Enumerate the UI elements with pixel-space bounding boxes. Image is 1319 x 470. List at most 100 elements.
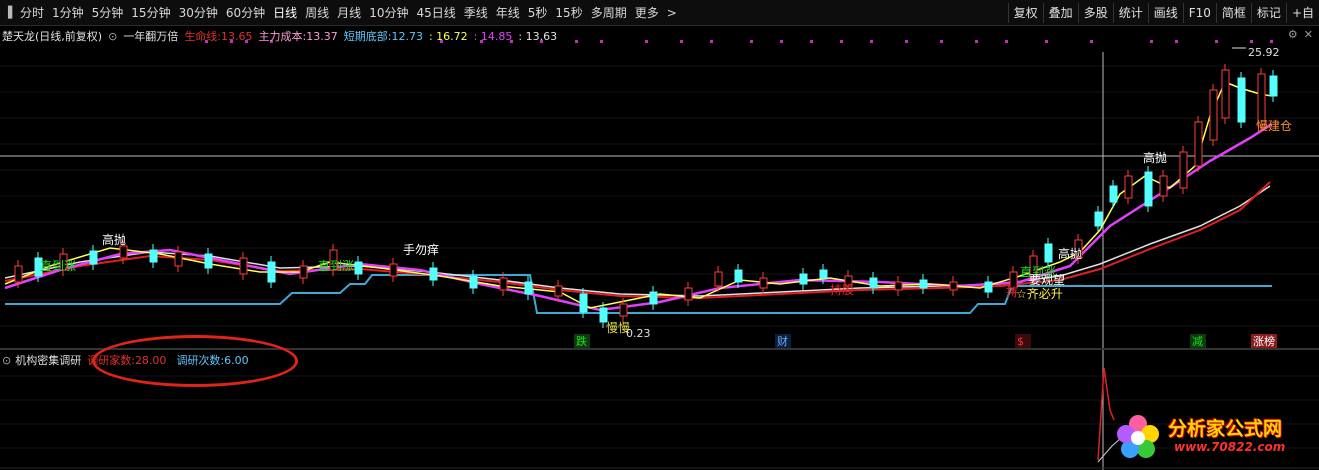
flower-logo-icon bbox=[1117, 415, 1159, 458]
period-tab[interactable]: 周线 bbox=[301, 0, 333, 26]
toolbar-add-button[interactable]: +自 bbox=[1285, 3, 1319, 23]
bottom-marker: 涨榜 bbox=[1253, 334, 1275, 348]
candle-body bbox=[89, 250, 98, 265]
period-tab[interactable]: 年线 bbox=[492, 0, 524, 26]
candle-body bbox=[1144, 171, 1153, 207]
toolbar-button[interactable]: 叠加 bbox=[1042, 3, 1078, 23]
bottom-marker: 跌 bbox=[576, 334, 587, 348]
signal-dot bbox=[1215, 40, 1218, 43]
chart-annotation: 要观望 bbox=[1029, 273, 1065, 287]
signal-dot bbox=[780, 40, 783, 43]
candle-body bbox=[174, 251, 183, 267]
toolbar-button[interactable]: 多股 bbox=[1077, 3, 1113, 23]
chart-controls: ⚙ ✕ bbox=[1288, 28, 1313, 41]
period-tab[interactable]: 15分钟 bbox=[127, 0, 174, 26]
price-low-label: 0.23 bbox=[626, 327, 651, 340]
candle-body bbox=[14, 265, 23, 283]
candle-body bbox=[919, 279, 928, 289]
candle-body bbox=[1124, 175, 1133, 199]
candle-body bbox=[799, 273, 808, 285]
chart-annotation: ☆齐必升 bbox=[1016, 286, 1063, 301]
signal-dot bbox=[600, 40, 603, 43]
signal-dot bbox=[575, 40, 578, 43]
toolbar-button[interactable]: F10 bbox=[1182, 3, 1216, 23]
life-line-label: 生命线: bbox=[184, 30, 222, 43]
period-tab[interactable]: 5分钟 bbox=[88, 0, 128, 26]
toolbar-button[interactable]: 统计 bbox=[1112, 3, 1148, 23]
candle-body bbox=[684, 287, 693, 301]
candle-body bbox=[1221, 69, 1230, 119]
period-tab[interactable]: 日线 bbox=[269, 0, 301, 26]
signal-dot bbox=[1250, 40, 1253, 43]
indicator-name[interactable]: 一年翻万倍 bbox=[123, 28, 178, 44]
period-tab[interactable]: 15秒 bbox=[551, 0, 586, 26]
signal-dot bbox=[975, 40, 978, 43]
chart-close-icon[interactable]: ✕ bbox=[1304, 28, 1313, 41]
signal-dot bbox=[1270, 40, 1273, 43]
signal-dot bbox=[680, 40, 683, 43]
candle-body bbox=[984, 281, 993, 293]
chart-annotation: 高抛 bbox=[102, 232, 126, 247]
signal-dot bbox=[870, 40, 873, 43]
signal-dot bbox=[1090, 40, 1093, 43]
candle-body bbox=[1044, 243, 1053, 263]
period-tab[interactable]: 季线 bbox=[460, 0, 492, 26]
signal-dot bbox=[1005, 40, 1008, 43]
period-tab[interactable]: 月线 bbox=[333, 0, 365, 26]
main-kline-chart[interactable]: 高抛 直到涨 直到涨 手勿痒 慢慢 持股 直到涨 高抛 要观望持 ☆齐必升 高抛 慢建仓 25.92 0.… bbox=[0, 26, 1319, 348]
toolbar-button[interactable]: 标记 bbox=[1250, 3, 1286, 23]
candle-body bbox=[499, 277, 508, 291]
signal-dot bbox=[905, 40, 908, 43]
period-tab[interactable]: 多周期 bbox=[587, 0, 631, 26]
main-cost-value: 13.37 bbox=[306, 29, 338, 43]
period-tab[interactable]: 30分钟 bbox=[175, 0, 222, 26]
candle-body bbox=[599, 307, 608, 323]
chart-annotation: 直到涨 bbox=[318, 258, 354, 273]
signal-dot bbox=[645, 40, 648, 43]
candle-body bbox=[267, 261, 276, 283]
settings-gear-icon[interactable]: ⚙ bbox=[1288, 28, 1298, 41]
period-tab[interactable]: 5秒 bbox=[524, 0, 552, 26]
sub-collapse-icon[interactable]: ⊙ bbox=[2, 354, 11, 367]
candle-body bbox=[1094, 211, 1103, 227]
candle-body bbox=[354, 261, 363, 275]
candle-body bbox=[819, 269, 828, 279]
signal-dot bbox=[840, 40, 843, 43]
period-tab[interactable]: 1分钟 bbox=[48, 0, 88, 26]
candle-body bbox=[649, 291, 658, 305]
toolbar-collapse-icon[interactable]: ▐ bbox=[0, 0, 16, 26]
period-tab[interactable]: 45日线 bbox=[412, 0, 459, 26]
sub-indicator-name[interactable]: 机构密集调研 bbox=[15, 352, 81, 368]
signal-dot bbox=[750, 40, 753, 43]
candle-body bbox=[469, 275, 478, 289]
candle-body bbox=[1159, 175, 1168, 197]
price-high-label: 25.92 bbox=[1248, 46, 1280, 59]
toolbar-button[interactable]: 简框 bbox=[1215, 3, 1251, 23]
candle-body bbox=[1194, 121, 1203, 167]
chart-annotation: 手勿痒 bbox=[403, 242, 439, 257]
ma-magenta-line bbox=[4, 122, 1273, 312]
candle-body bbox=[1237, 77, 1246, 123]
candle-body bbox=[554, 285, 563, 297]
candle-body bbox=[1269, 75, 1278, 97]
toolbar-button[interactable]: 画线 bbox=[1147, 3, 1183, 23]
watermark-site: www.70822.com bbox=[1174, 440, 1286, 454]
signal-dot bbox=[1175, 40, 1178, 43]
period-toolbar: ▐ 分时 1分钟 5分钟 15分钟 30分钟 60分钟 日线 周线 月线 10分钟 45日线 季线 年线… bbox=[0, 0, 1319, 26]
chart-annotation: 高抛 bbox=[1058, 246, 1082, 261]
toolbar-button[interactable]: 复权 bbox=[1007, 3, 1043, 23]
chart-annotation: 高抛 bbox=[1143, 150, 1167, 165]
candle-body bbox=[1109, 185, 1118, 203]
watermark-brand: 分析家公式网 bbox=[1168, 418, 1283, 440]
bottom-marker: $ bbox=[1017, 335, 1024, 348]
period-tab[interactable]: 更多 bbox=[631, 0, 663, 26]
more-chevron-icon[interactable]: > bbox=[663, 0, 681, 26]
short-bottom-label: 短期底部: bbox=[343, 30, 392, 43]
stock-name[interactable]: 楚天龙(日线,前复权) bbox=[2, 28, 102, 44]
period-tab[interactable]: 60分钟 bbox=[222, 0, 269, 26]
indicator-collapse-icon[interactable]: ⊙ bbox=[108, 30, 117, 43]
period-tab[interactable]: 10分钟 bbox=[365, 0, 412, 26]
period-tab[interactable]: 分时 bbox=[16, 0, 48, 26]
kline-canvas[interactable]: 高抛直到涨 直到涨手勿痒慢慢持股直到涨高抛要观望持☆齐必升高抛慢建仓25.920.… bbox=[0, 26, 1319, 348]
period-tabs: ▐ 分时 1分钟 5分钟 15分钟 30分钟 60分钟 日线 周线 月线 10分钟 45日线 季线 年线… bbox=[0, 0, 681, 26]
